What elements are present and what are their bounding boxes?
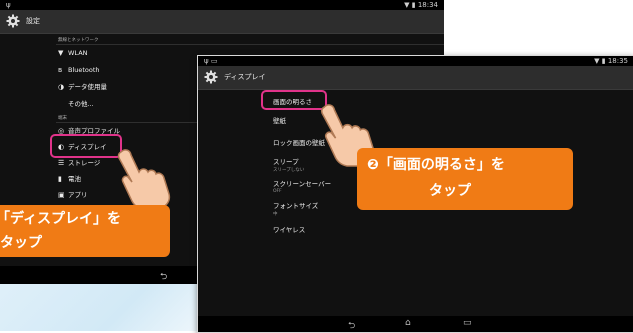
notification-icon: ψ ▭: [204, 57, 218, 65]
settings-item-wlan[interactable]: ▼ WLAN: [58, 45, 88, 61]
home-icon[interactable]: ⌂: [405, 318, 411, 328]
settings-item-apps[interactable]: ▣ アプリ: [58, 187, 88, 203]
action-bar: ディスプレイ: [198, 66, 633, 90]
bluetooth-icon: ʙ: [58, 66, 63, 74]
tap-hand-icon: [117, 149, 171, 210]
display-item-screensaver[interactable]: スクリーンセーバー OFF: [273, 178, 331, 194]
display-item-font-size[interactable]: フォントサイズ中: [273, 200, 318, 217]
instruction-callout-brightness: ❷「画面の明るさ」を タップ: [357, 148, 573, 210]
wifi-icon: ▼: [58, 49, 64, 57]
settings-gear-icon[interactable]: [6, 14, 20, 28]
display-item-sleep[interactable]: スリープ スリープしない: [273, 156, 304, 173]
recent-apps-icon[interactable]: ▭: [463, 318, 472, 328]
page-title: ディスプレイ: [224, 73, 266, 81]
back-icon[interactable]: ⮌: [160, 269, 167, 284]
settings-item-data-usage[interactable]: ◑ データ使用量: [58, 79, 107, 95]
display-item-wireless[interactable]: ワイヤレス: [273, 224, 305, 234]
page-title: 設定: [26, 17, 40, 25]
apps-icon: ▣: [58, 191, 65, 199]
settings-gear-icon[interactable]: [204, 70, 218, 84]
data-usage-icon: ◑: [58, 83, 65, 91]
status-bar: ψ ▼ ▮ 18:34: [0, 0, 444, 10]
section-header-device: 端末: [58, 116, 67, 121]
divider: [56, 44, 444, 45]
step-number: ❷: [367, 157, 379, 173]
settings-item-more[interactable]: その他...: [58, 96, 94, 112]
display-item-wallpaper[interactable]: 壁紙: [273, 115, 286, 125]
settings-item-battery[interactable]: ▮ 電池: [58, 171, 81, 187]
status-time: ▼ ▮ 18:35: [594, 57, 628, 65]
action-bar: 設定: [0, 10, 444, 34]
navigation-bar: ⮌ ⌂ ▭: [198, 316, 633, 332]
instruction-callout-display: 「ディスプレイ」を タップ: [0, 205, 170, 257]
status-bar: ψ ▭ ▼ ▮ 18:35: [198, 56, 633, 66]
status-time: ▼ ▮ 18:34: [404, 1, 438, 9]
section-header-wireless: 無線とネットワーク: [58, 38, 99, 43]
notification-icon: ψ: [6, 1, 11, 9]
settings-item-bluetooth[interactable]: ʙ Bluetooth: [58, 62, 100, 78]
display-item-highlight: [50, 134, 122, 158]
battery-icon: ▮: [58, 175, 62, 183]
